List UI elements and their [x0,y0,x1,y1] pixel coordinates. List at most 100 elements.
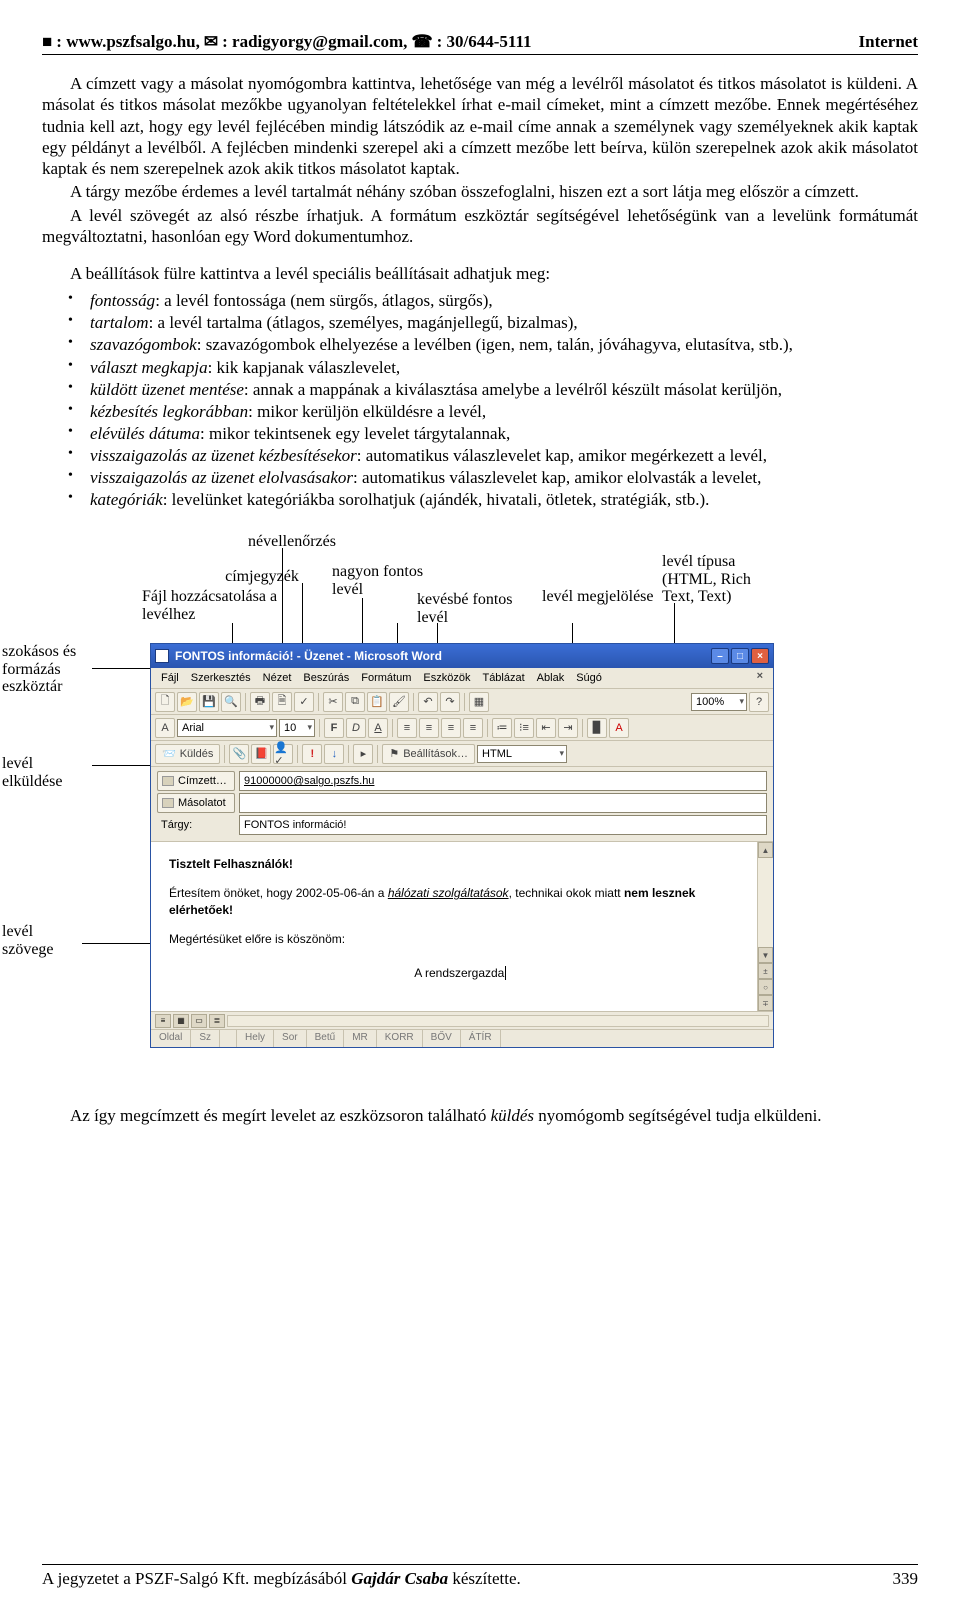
cc-input[interactable] [239,793,767,813]
indent-icon[interactable]: ⇥ [558,718,578,738]
numbered-list-icon[interactable]: ≔ [492,718,512,738]
format-select[interactable]: HTML [477,745,567,763]
save-icon[interactable]: 💾 [199,692,219,712]
align-center-icon[interactable]: ≡ [419,718,439,738]
menu-view[interactable]: Nézet [257,670,298,686]
status-item [220,1030,237,1047]
underline-icon[interactable]: A [368,718,388,738]
search-icon[interactable]: 🔍 [221,692,241,712]
menu-file[interactable]: Fájl [155,670,185,686]
send-button[interactable]: 📨 Küldés [155,744,220,764]
bullet-item: fontosság: a levél fontossága (nem sürgő… [42,290,918,312]
maximize-button[interactable]: □ [731,648,749,664]
copy-icon[interactable]: ⧉ [345,692,365,712]
format-painter-icon[interactable]: 🖌 [389,692,409,712]
page-number: 339 [893,1569,919,1589]
scroll-up-icon[interactable]: ▲ [758,842,773,858]
status-item: Hely [237,1030,274,1047]
outdent-icon[interactable]: ⇤ [536,718,556,738]
bullet-item: visszaigazolás az üzenet kézbesítésekor:… [42,445,918,467]
para-4: A beállítások fülre kattintva a levél sp… [42,263,918,284]
redo-icon[interactable]: ↷ [440,692,460,712]
help-icon[interactable]: ? [749,692,769,712]
flag-icon[interactable]: ▸ [353,744,373,764]
format-toolbar: A Arial 10 F D A ≡ ≡ ≡ ≡ ≔ ⁝≡ ⇤ ⇥ ▉ A [151,715,773,741]
menu-table[interactable]: Táblázat [476,670,530,686]
body-greeting: Tisztelt Felhasználók! [169,856,755,873]
menu-edit[interactable]: Szerkesztés [185,670,257,686]
menu-help[interactable]: Súgó [570,670,608,686]
style-icon[interactable]: A [155,718,175,738]
header-phone: : 30/644-5111 [437,32,532,52]
attach-icon[interactable]: 📎 [229,744,249,764]
print-view-icon[interactable]: ▭ [191,1014,207,1028]
bold-icon[interactable]: F [324,718,344,738]
align-left-icon[interactable]: ≡ [397,718,417,738]
callout-format: levél típusa (HTML, Rich Text, Text) [662,553,782,606]
undo-icon[interactable]: ↶ [418,692,438,712]
font-select[interactable]: Arial [177,719,277,737]
options-button[interactable]: ⚑ Beállítások… [382,744,475,764]
cut-icon[interactable]: ✂ [323,692,343,712]
minimize-button[interactable]: – [711,648,729,664]
justify-icon[interactable]: ≡ [463,718,483,738]
zoom-select[interactable]: 100% [691,693,747,711]
paste-icon[interactable]: 📋 [367,692,387,712]
header-web: : www.pszfsalgo.hu, [56,32,200,52]
browse-select-icon[interactable]: ○ [758,979,773,995]
to-button[interactable]: Címzett… [157,771,235,791]
email-window: FONTOS információ! - Üzenet - Microsoft … [150,643,774,1048]
bullet-item: választ megkapja: kik kapjanak válaszlev… [42,357,918,379]
para-after: Az így megcímzett és megírt levelet az e… [42,1105,918,1126]
outline-view-icon[interactable]: ≣ [209,1014,225,1028]
font-color-icon[interactable]: A [609,718,629,738]
menu-format[interactable]: Formátum [355,670,417,686]
computer-icon: ■ [42,32,52,52]
high-importance-icon[interactable]: ! [302,744,322,764]
size-select[interactable]: 10 [279,719,315,737]
highlight-icon[interactable]: ▉ [587,718,607,738]
titlebar[interactable]: FONTOS információ! - Üzenet - Microsoft … [151,644,773,668]
vertical-scrollbar[interactable]: ▲ ▼ ± ○ ∓ [757,842,773,1011]
cc-button[interactable]: Másolatot [157,793,235,813]
web-view-icon[interactable]: ▦ [173,1014,189,1028]
subject-input[interactable]: FONTOS információ! [239,815,767,835]
para-3: A levél szövegét az alsó részbe írhatjuk… [42,205,918,248]
scroll-down-icon[interactable]: ▼ [758,947,773,963]
address-book-icon[interactable]: 📕 [251,744,271,764]
status-item: KORR [377,1030,423,1047]
browse-next-icon[interactable]: ∓ [758,995,773,1011]
bullet-item: visszaigazolás az üzenet elolvasásakor: … [42,467,918,489]
menu-tools[interactable]: Eszközök [417,670,476,686]
status-item: Sz [191,1030,220,1047]
browse-prev-icon[interactable]: ± [758,963,773,979]
table-icon[interactable]: ▦ [469,692,489,712]
para-1: A címzett vagy a másolat nyomógombra kat… [42,73,918,179]
close-button[interactable]: × [751,648,769,664]
low-importance-icon[interactable]: ↓ [324,744,344,764]
menu-window[interactable]: Ablak [531,670,571,686]
menubar-close-icon[interactable]: × [751,670,769,686]
preview-icon[interactable]: 🗎 [272,692,292,712]
subject-label: Tárgy: [157,815,235,835]
italic-icon[interactable]: D [346,718,366,738]
print-icon[interactable]: 🖶 [250,692,270,712]
standard-toolbar: 🗋 📂 💾 🔍 🖶 🗎 ✓ ✂ ⧉ 📋 🖌 ↶ ↷ ▦ 100% [151,689,773,715]
page-footer: A jegyzetet a PSZF-Salgó Kft. megbízásáb… [42,1564,918,1589]
open-icon[interactable]: 📂 [177,692,197,712]
to-input[interactable]: 91000000@salgo.pszfs.hu [239,771,767,791]
check-names-icon[interactable]: 👤✓ [273,744,293,764]
new-icon[interactable]: 🗋 [155,692,175,712]
spellcheck-icon[interactable]: ✓ [294,692,314,712]
header-fields: Címzett… 91000000@salgo.pszfs.hu Másolat… [151,767,773,841]
normal-view-icon[interactable]: ≡ [155,1014,171,1028]
bullet-item: kézbesítés legkorábban: mikor kerüljön e… [42,401,918,423]
status-item: ÁTÍR [461,1030,501,1047]
bullet-list-icon[interactable]: ⁝≡ [514,718,534,738]
message-body[interactable]: Tisztelt Felhasználók! Értesítem önöket,… [151,841,773,1011]
menu-insert[interactable]: Beszúrás [297,670,355,686]
menubar[interactable]: Fájl Szerkesztés Nézet Beszúrás Formátum… [151,668,773,689]
app-icon [155,649,169,663]
callout-attach: Fájl hozzácsatolása a levélhez [142,588,312,623]
align-right-icon[interactable]: ≡ [441,718,461,738]
